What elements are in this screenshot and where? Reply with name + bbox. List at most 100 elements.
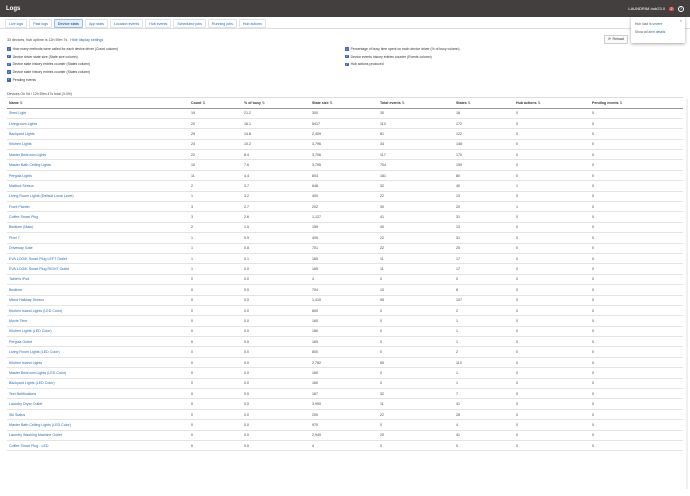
table-cell: 0.0 [242,398,310,410]
sort-icon[interactable]: ⇅ [201,101,205,105]
scrollbar[interactable] [686,99,688,489]
tab-running-jobs[interactable]: Running jobs [207,19,237,29]
table-cell: 10 [189,159,242,171]
column-header[interactable]: State size ⇅ [310,99,378,109]
reload-button[interactable]: ⟳ Reload [604,35,628,44]
table-cell: 1 [514,201,590,213]
display-option[interactable]: ✓ Device driver state size (State size co… [7,55,78,59]
checkbox-checked-icon[interactable]: ✓ [7,63,11,67]
display-option[interactable]: ✓ Device state history entries counter (S… [7,70,90,74]
table-cell: 25 [454,243,514,254]
device-name-link[interactable]: Living Room Lights (LED Color) [7,346,189,358]
display-option[interactable]: ✓ How many methods were called for each d… [7,47,118,51]
device-name-link[interactable]: Livingroom Lights [7,118,189,130]
sort-icon[interactable]: ⇅ [19,101,23,105]
checkbox-checked-icon[interactable]: ✓ [345,63,349,67]
checkbox-checked-icon[interactable]: ✓ [7,55,11,59]
device-name-link[interactable]: Bedtime [7,284,189,296]
device-name-link[interactable]: Mailbox Sensor [7,180,189,192]
device-name-link[interactable]: Master Bedroom Lights [7,149,189,161]
checkbox-checked-icon[interactable]: ✓ [7,78,11,82]
display-option-label: Device events history entries counter (E… [350,54,432,59]
device-name-link[interactable]: Ski Status [7,409,189,421]
notification-badge[interactable]: 2 [669,6,674,11]
tab-hub-events[interactable]: Hub events [145,19,172,29]
table-cell: 0 [590,430,683,442]
display-option[interactable]: ✓ Device state history entries counter (S… [7,62,90,66]
sort-icon[interactable]: ⇅ [537,101,541,105]
checkbox-checked-icon[interactable]: ✓ [7,47,11,51]
device-name-link[interactable]: Driveway Gate [7,243,189,254]
close-icon[interactable]: × [680,19,682,23]
tab-location-events[interactable]: Location events [109,19,144,29]
help-icon[interactable]: ? [678,5,684,12]
column-header[interactable]: States ⇅ [454,99,514,109]
tab-hub-actions[interactable]: Hub actions [238,19,266,29]
device-name-link[interactable]: Living Room Lights (Default Local Level) [7,191,189,203]
tab-past-logs[interactable]: Past logs [29,19,52,29]
table-row: Movie Time 0 0.0 160 0 1 0 0 [7,315,683,327]
device-name-link[interactable]: Kitchen Island Lights (LED Color) [7,305,189,317]
device-name-link[interactable]: Kitchen Lights (LED Color) [7,326,189,338]
checkbox-checked-icon[interactable]: ✓ [7,70,11,74]
device-name-link[interactable]: Coffee Smart Plug - LED [7,440,189,452]
device-name-link[interactable]: Pergola Outlet [7,336,189,348]
display-option[interactable]: ✓ Device events history entries counter (… [345,55,432,59]
hide-settings-link[interactable]: Hide display settings [70,38,103,42]
table-cell: 28 [454,409,514,421]
display-option[interactable]: ✓ Percentage of busy time spent on each d… [345,47,460,51]
column-header[interactable]: Total events ⇅ [378,99,454,109]
column-header[interactable]: Count ⇅ [189,99,242,109]
column-header[interactable]: Pending events ⇅ [590,99,683,109]
device-name-link[interactable]: Pixel 7 [7,232,189,244]
checkbox-checked-icon[interactable]: ✓ [345,47,349,51]
device-name-link[interactable]: Bedtime (Main) [7,222,189,234]
sort-icon[interactable]: ⇅ [329,101,333,105]
device-name-link[interactable]: Laundry Dryer Outlet [7,398,189,410]
device-name-link[interactable]: Text Notifications [7,388,189,400]
severe-link[interactable]: severe [652,22,662,26]
device-name-link[interactable]: Backyard Lights (LED Color) [7,378,189,390]
table-cell: 0 [189,378,242,390]
column-header[interactable]: Hub actions ⇅ [514,99,590,109]
device-name-link[interactable]: Master Bedroom Lights (LED Color) [7,367,189,379]
device-name-link[interactable]: Movie Time [7,315,189,327]
sort-icon[interactable]: ⇅ [467,101,471,105]
tab-scheduled-jobs[interactable]: Scheduled jobs [173,19,206,29]
column-header[interactable]: % of busy ⇅ [242,99,310,109]
device-name-link[interactable]: Kitchen Lights [7,139,189,151]
sort-icon[interactable]: ⇅ [401,101,405,105]
sort-icon[interactable]: ⇅ [261,101,265,105]
table-row: Master Bedroom Lights 22 8.4 3,796 117 170 0 0 [7,149,683,161]
sort-icon[interactable]: ⇅ [619,101,623,105]
device-name-link[interactable]: Master Bath Ceiling Lights [7,159,189,171]
column-header[interactable]: Name ⇅ [7,99,189,109]
device-name-link[interactable]: EVA LOGIK Smart Plug LEFT Outlet [7,253,189,265]
table-row: Laundry Dryer Outlet 0 0.0 3,990 11 41 0 0 [7,398,683,410]
tab-device-stats[interactable]: Device stats [53,19,83,29]
device-name-link[interactable]: Kitchen Island Lights [7,357,189,369]
device-name-link[interactable]: EVA LOGIK Smart Plug RIGHT Outlet [7,263,189,275]
tab-app-stats[interactable]: App stats [84,19,108,29]
device-name-link[interactable]: Coffee Smart Plug [7,211,189,223]
table-cell: 34 [378,139,454,151]
table-cell: 31 [454,211,514,223]
device-name-link[interactable]: Front Planter [7,201,189,213]
checkbox-checked-icon[interactable]: ✓ [345,55,349,59]
table-cell: 0.9 [242,232,310,244]
table-cell: 0 [378,305,454,317]
device-name-link[interactable]: Tablet's iPod [7,274,189,286]
device-name-link[interactable]: Master Bath Ceiling Lights (LED Color) [7,419,189,431]
display-option[interactable]: ✓ Hub actions produced [345,62,384,66]
table-cell: 0 [590,253,683,265]
display-option[interactable]: ✓ Pending events [7,78,36,82]
device-name-link[interactable]: Pergola Lights [7,170,189,182]
device-name-link[interactable]: Mbed Hallway Sensor [7,295,189,306]
device-name-link[interactable]: Shed Light [7,108,189,119]
table-cell: 13 [454,222,514,234]
device-name-link[interactable]: Backyard Lights [7,128,189,140]
alert-details-link[interactable]: alert details [648,30,665,34]
tab-live-logs[interactable]: Live logs [5,19,28,29]
hub-name[interactable]: LAUNDRIM-hub23.0 [628,6,665,11]
device-name-link[interactable]: Laundry Washing Machine Outlet [7,430,189,442]
